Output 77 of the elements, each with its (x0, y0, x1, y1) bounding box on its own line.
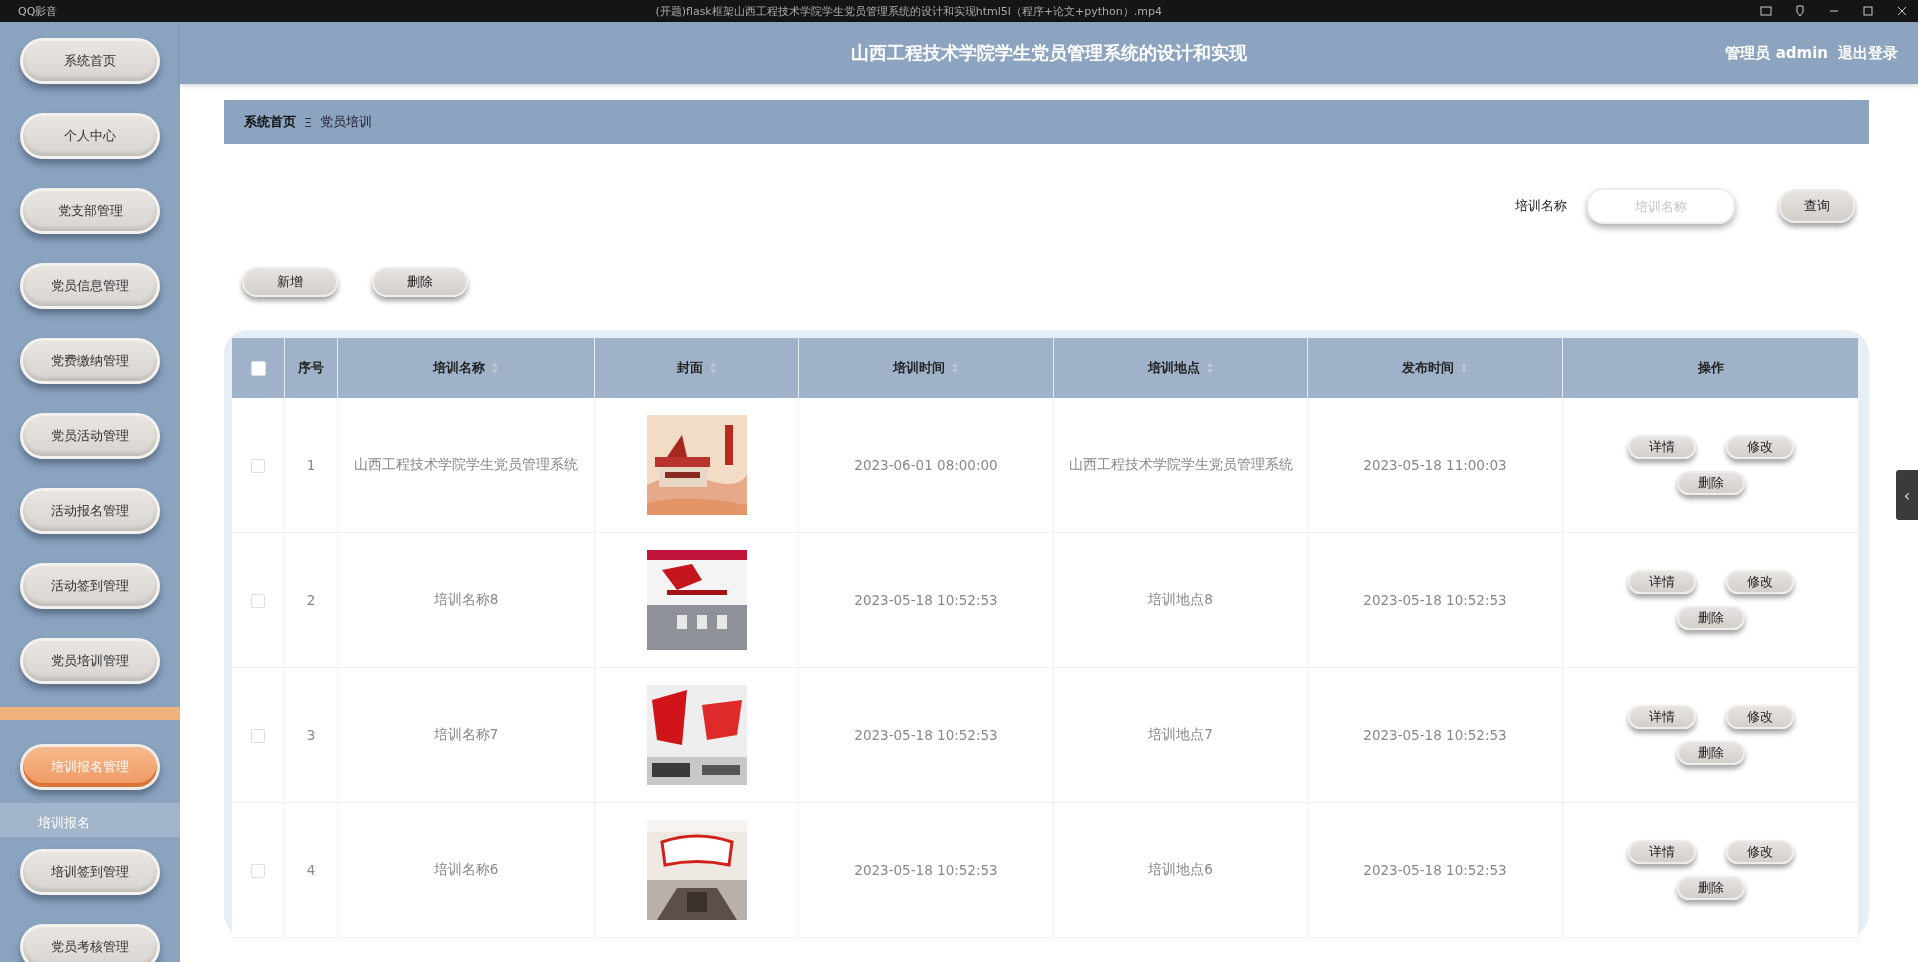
sidebar-item[interactable]: 系统首页 (20, 38, 160, 84)
sidebar-item[interactable]: 党员信息管理 (20, 263, 160, 309)
checkbox[interactable] (251, 729, 265, 743)
table-cell: 2023-05-18 10:52:53 (1307, 532, 1563, 668)
user-label: 管理员 admin (1725, 43, 1828, 63)
table-cell: 2023-05-18 10:52:53 (1307, 667, 1563, 803)
column-header: 培训时间 (893, 359, 945, 377)
sidebar-item[interactable]: 党支部管理 (20, 188, 160, 234)
column-header: 封面 (676, 359, 703, 377)
pin-icon[interactable] (1794, 5, 1806, 17)
table-cell: 山西工程技术学院学生党员管理系统 (1053, 398, 1308, 533)
sort-icon[interactable] (708, 362, 717, 374)
panel-toggle[interactable]: ‹ (1896, 470, 1918, 520)
search-label: 培训名称 (1515, 197, 1567, 215)
sort-icon[interactable] (491, 362, 499, 374)
row-action-button[interactable]: 删除 (1676, 471, 1745, 495)
column-header: 发布时间 (1402, 359, 1454, 377)
table-cell: 培训名称6 (337, 802, 595, 938)
table-cell: 2023-05-18 10:52:53 (1307, 802, 1563, 938)
row-action-button[interactable]: 详情 (1627, 840, 1696, 864)
system-title: 山西工程技术学院学生党员管理系统的设计和实现 (851, 41, 1247, 65)
sidebar-item[interactable]: 活动报名管理 (20, 488, 160, 534)
column-header: 培训地点 (1147, 359, 1200, 377)
row-action-button[interactable]: 修改 (1725, 705, 1794, 729)
table-cell: 2 (284, 532, 338, 668)
sort-icon[interactable] (951, 362, 959, 374)
video-title: (开题)flask框架山西工程技术学院学生党员管理系统的设计和实现html5l（程序+论文+python）.mp4 (655, 3, 1162, 19)
table-cell: 4 (284, 802, 338, 938)
search-field[interactable]: 培训名称 (1587, 188, 1735, 224)
table-cell: 3 (284, 667, 338, 803)
sidebar-item[interactable]: 党员活动管理 (20, 413, 160, 459)
sidebar-item[interactable]: 党员考核管理 (20, 924, 160, 962)
table-cell: 2023-05-18 10:52:53 (798, 667, 1054, 803)
table-cell: 2023-06-01 08:00:00 (798, 398, 1054, 533)
screen-icon[interactable] (1760, 5, 1772, 17)
table-cell: 山西工程技术学院学生党员管理系统 (337, 398, 595, 533)
row-action-button[interactable]: 删除 (1676, 741, 1745, 765)
action-button[interactable]: 删除 (372, 267, 468, 297)
sort-icon[interactable] (1460, 362, 1468, 374)
breadcrumb-item: 党员培训 (320, 113, 373, 131)
column-header: 操作 (1697, 359, 1724, 377)
row-action-button[interactable]: 删除 (1676, 606, 1745, 630)
sidebar-item[interactable]: 党费缴纳管理 (20, 338, 160, 384)
app-name[interactable]: QQ影音 (18, 3, 58, 19)
table-cell: 2023-05-18 11:00:03 (1307, 398, 1563, 533)
column-header: 培训名称 (433, 359, 485, 377)
row-action-button[interactable]: 详情 (1627, 705, 1696, 729)
table-cell: 培训名称7 (337, 667, 595, 803)
close-icon[interactable] (1896, 5, 1908, 17)
checkbox[interactable] (251, 459, 265, 473)
row-action-button[interactable]: 详情 (1627, 435, 1696, 459)
checkbox[interactable] (250, 361, 266, 376)
maximize-icon[interactable] (1862, 5, 1874, 17)
breadcrumb-separator: Ξ (304, 114, 313, 130)
table-cell: 培训地点8 (1053, 532, 1308, 668)
table-cell: 培训地点7 (1053, 667, 1308, 803)
sidebar-item[interactable]: 党员培训管理 (20, 638, 160, 684)
row-action-button[interactable]: 修改 (1725, 435, 1794, 459)
sort-icon[interactable] (1205, 362, 1214, 374)
table-cell: 2023-05-18 10:52:53 (798, 802, 1054, 938)
search-button[interactable]: 查询 (1779, 189, 1855, 223)
table-cell: 2023-05-18 10:52:53 (798, 532, 1054, 668)
row-action-button[interactable]: 详情 (1627, 570, 1696, 594)
sidebar-item[interactable]: 培训签到管理 (20, 849, 160, 895)
checkbox[interactable] (251, 594, 265, 608)
sidebar-item[interactable]: 活动签到管理 (20, 563, 160, 609)
sidebar-item[interactable]: 个人中心 (20, 113, 160, 159)
column-header: 序号 (298, 359, 324, 377)
row-action-button[interactable]: 删除 (1676, 876, 1745, 900)
checkbox[interactable] (251, 864, 265, 878)
breadcrumb-item[interactable]: 系统首页 (244, 113, 296, 131)
table-cell: 培训名称8 (337, 532, 595, 668)
row-action-button[interactable]: 修改 (1725, 840, 1794, 864)
table-cell: 培训地点6 (1053, 802, 1308, 938)
row-action-button[interactable]: 修改 (1725, 570, 1794, 594)
action-button[interactable]: 新增 (242, 267, 338, 297)
table-cell: 1 (284, 398, 338, 533)
